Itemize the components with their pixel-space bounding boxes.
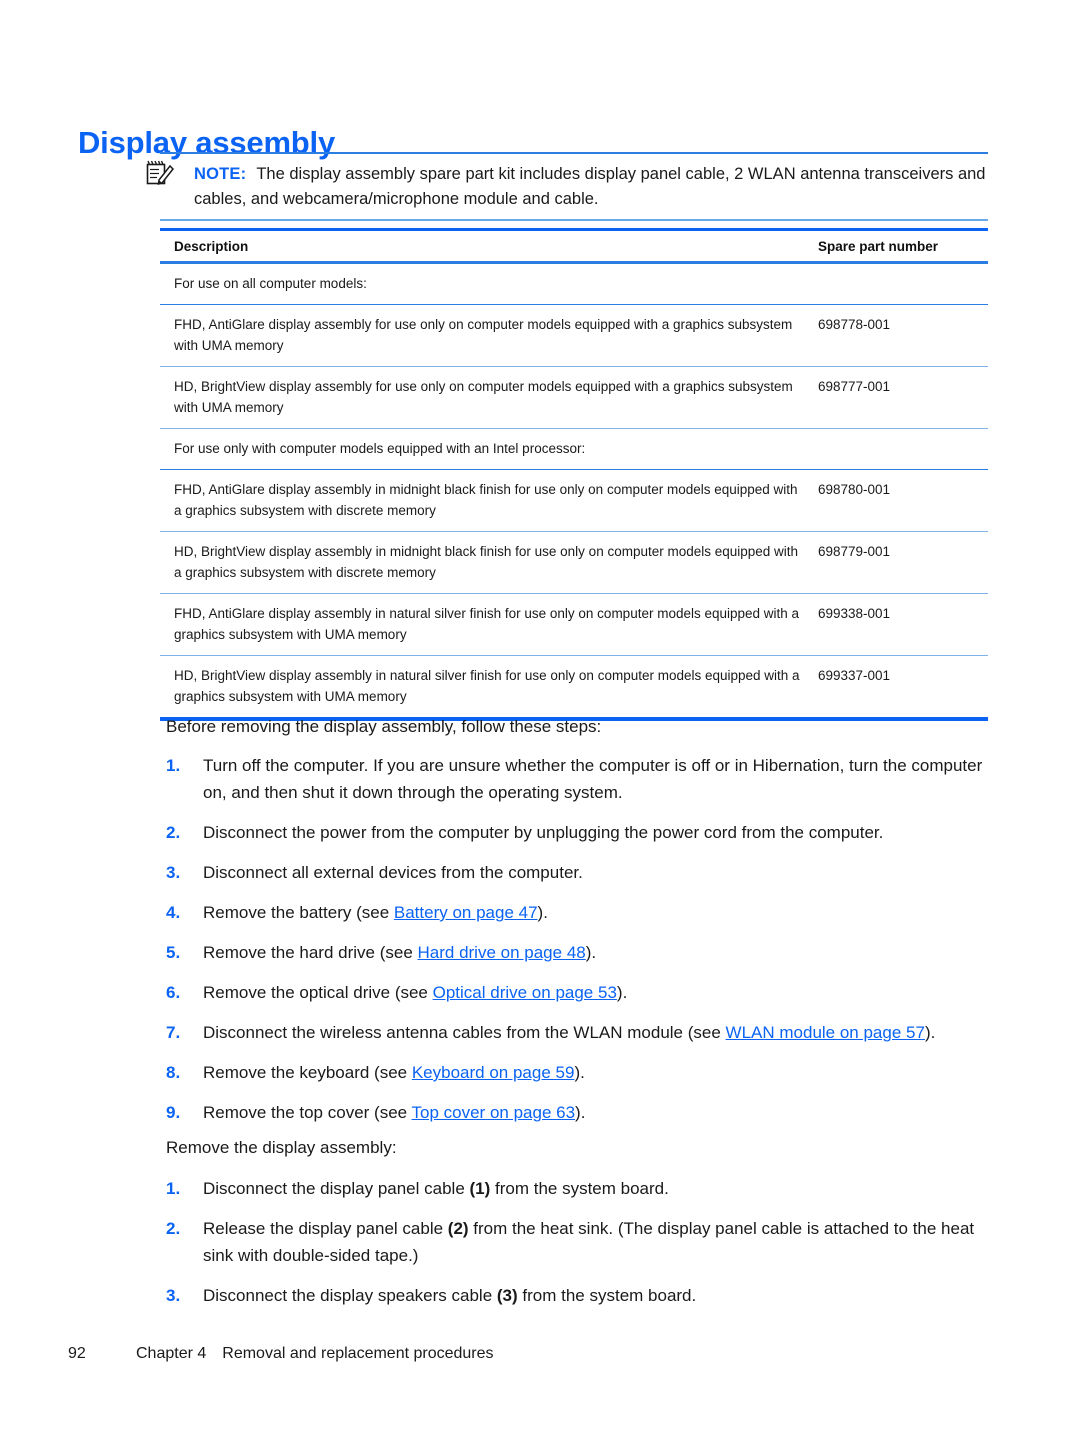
step-text: Disconnect the display speakers cable: [203, 1286, 497, 1305]
cell-description: FHD, AntiGlare display assembly in midni…: [160, 469, 808, 532]
list-item: 4. Remove the battery (see Battery on pag…: [166, 899, 988, 926]
before-removal-steps: 1. Turn off the computer. If you are unsu…: [166, 752, 988, 1139]
step-number: 9.: [166, 1103, 181, 1122]
step-number: 6.: [166, 983, 181, 1002]
step-text: Remove the keyboard (see: [203, 1063, 412, 1082]
callout-number: (1): [469, 1179, 491, 1198]
before-removal-intro: Before removing the display assembly, fo…: [166, 717, 602, 736]
table-body: For use on all computer models: FHD, Anti…: [160, 262, 988, 721]
note-bottom-rule: [160, 219, 988, 221]
table-row: HD, BrightView display assembly in midni…: [160, 531, 988, 594]
note-callout: NOTE: The display assembly spare part kit…: [146, 152, 988, 221]
list-item: 8. Remove the keyboard (see Keyboard on p…: [166, 1059, 988, 1086]
table-row: FHD, AntiGlare display assembly in natur…: [160, 593, 988, 656]
table-row: FHD, AntiGlare display assembly in midni…: [160, 469, 988, 532]
document-page: Display assembly NOTE: The display assem…: [0, 0, 1080, 1437]
footer-chapter: Chapter 4: [136, 1345, 207, 1362]
cross-reference-link[interactable]: Keyboard on page 59: [412, 1063, 575, 1082]
cell-spare-part-number: 699338-001: [808, 593, 988, 656]
spare-parts-table: Description Spare part number For use on…: [160, 228, 988, 721]
step-text: Remove the top cover (see: [203, 1103, 412, 1122]
list-item: 6. Remove the optical drive (see Optical …: [166, 979, 988, 1006]
step-text: Turn off the computer. If you are unsure…: [203, 756, 983, 802]
cell-spare-part-number: 698780-001: [808, 469, 988, 532]
step-text: ).: [924, 1023, 936, 1042]
step-text: from the system board.: [490, 1179, 669, 1198]
step-text: ).: [585, 943, 597, 962]
step-text: Disconnect the display panel cable: [203, 1179, 470, 1198]
cell-spare-part-number: 698779-001: [808, 531, 988, 594]
step-number: 1.: [166, 756, 181, 775]
list-item: 3. Disconnect the display speakers cable …: [166, 1282, 988, 1309]
step-text: Disconnect the power from the computer b…: [203, 823, 884, 842]
step-text: ).: [537, 903, 548, 922]
note-pencil-icon: [145, 160, 175, 186]
step-number: 5.: [166, 943, 181, 962]
list-item: 1. Turn off the computer. If you are unsu…: [166, 752, 988, 806]
note-text: The display assembly spare part kit incl…: [194, 165, 986, 208]
list-item: 3. Disconnect all external devices from t…: [166, 859, 988, 886]
cross-reference-link[interactable]: Optical drive on page 53: [433, 983, 617, 1002]
table-row: HD, BrightView display assembly for use …: [160, 366, 988, 429]
cell-description: FHD, AntiGlare display assembly in natur…: [160, 593, 808, 656]
cross-reference-link[interactable]: Top cover on page 63: [412, 1103, 576, 1122]
cell-spare-part-number: [808, 262, 988, 305]
table-row: For use only with computer models equipp…: [160, 428, 988, 470]
step-text: Remove the optical drive (see: [203, 983, 433, 1002]
callout-number: (2): [447, 1219, 469, 1238]
table-header: Description Spare part number: [160, 228, 988, 264]
cross-reference-link[interactable]: Hard drive on page 48: [418, 943, 586, 962]
cell-description: For use on all computer models:: [160, 262, 808, 305]
step-number: 4.: [166, 903, 181, 922]
page-footer: 92 Chapter 4 Removal and replacement proce…: [68, 1345, 494, 1363]
cross-reference-link[interactable]: WLAN module on page 57: [726, 1023, 925, 1042]
cell-spare-part-number: 698777-001: [808, 366, 988, 429]
cell-description: For use only with computer models equipp…: [160, 428, 808, 470]
footer-chapter-title: Removal and replacement procedures: [222, 1345, 494, 1362]
cell-description: FHD, AntiGlare display assembly for use …: [160, 304, 808, 367]
step-number: 3.: [166, 863, 181, 882]
step-number: 1.: [166, 1179, 181, 1198]
cross-reference-link[interactable]: Battery on page 47: [394, 903, 538, 922]
cell-spare-part-number: 699337-001: [808, 655, 988, 721]
step-text: from the system board.: [517, 1286, 697, 1305]
step-number: 8.: [166, 1063, 181, 1082]
step-text: Disconnect all external devices from the…: [203, 863, 583, 882]
note-body: NOTE: The display assembly spare part kit…: [146, 154, 988, 219]
step-text: Remove the battery (see: [203, 903, 394, 922]
table-row: For use on all computer models:: [160, 262, 988, 305]
cell-description: HD, BrightView display assembly for use …: [160, 366, 808, 429]
list-item: 2. Disconnect the power from the computer…: [166, 819, 988, 846]
list-item: 1. Disconnect the display panel cable (1)…: [166, 1175, 988, 1202]
table-header-row: Description Spare part number: [160, 228, 988, 264]
list-item: 7. Disconnect the wireless antenna cables…: [166, 1019, 988, 1046]
callout-number: (3): [496, 1286, 518, 1305]
step-text: ).: [616, 983, 628, 1002]
table-row: FHD, AntiGlare display assembly for use …: [160, 304, 988, 367]
cell-spare-part-number: [808, 428, 988, 470]
step-text: Release the display panel cable: [203, 1219, 448, 1238]
step-number: 2.: [166, 1219, 181, 1238]
step-number: 3.: [166, 1286, 181, 1305]
note-label: NOTE:: [194, 165, 247, 183]
cell-description: HD, BrightView display assembly in natur…: [160, 655, 808, 721]
step-text: Disconnect the wireless antenna cables f…: [203, 1023, 726, 1042]
step-text: Remove the hard drive (see: [203, 943, 418, 962]
column-header-description: Description: [160, 228, 808, 264]
step-text: ).: [575, 1103, 586, 1122]
list-item: 5. Remove the hard drive (see Hard drive …: [166, 939, 988, 966]
cell-description: HD, BrightView display assembly in midni…: [160, 531, 808, 594]
step-number: 2.: [166, 823, 181, 842]
table-row: HD, BrightView display assembly in natur…: [160, 655, 988, 721]
list-item: 9. Remove the top cover (see Top cover on…: [166, 1099, 988, 1126]
remove-assembly-steps: 1. Disconnect the display panel cable (1)…: [166, 1175, 988, 1322]
cell-spare-part-number: 698778-001: [808, 304, 988, 367]
list-item: 2. Release the display panel cable (2) fr…: [166, 1215, 988, 1269]
step-text: ).: [574, 1063, 585, 1082]
column-header-spare-part-number: Spare part number: [808, 228, 988, 264]
remove-assembly-intro: Remove the display assembly:: [166, 1138, 397, 1157]
step-number: 7.: [166, 1023, 181, 1042]
footer-page-number: 92: [68, 1345, 86, 1362]
